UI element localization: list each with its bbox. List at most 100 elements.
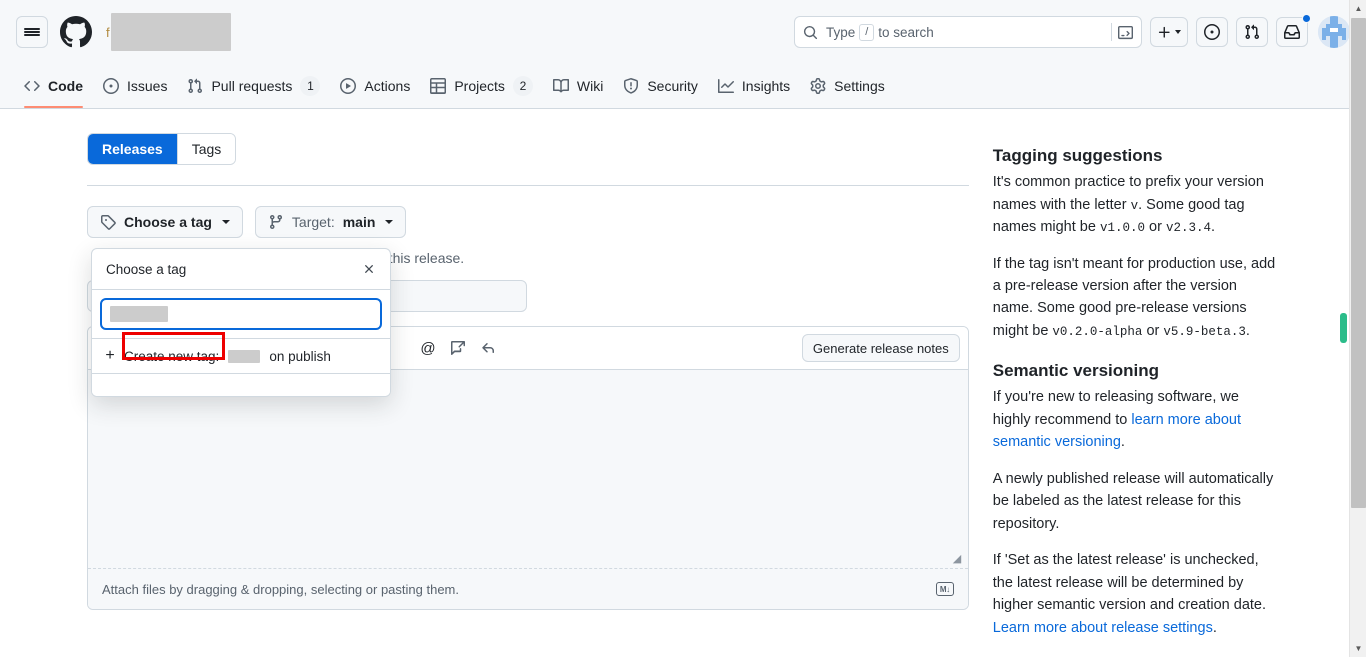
nav-item-code[interactable]: Code — [16, 64, 91, 108]
releases-tags-switch: Releases Tags — [87, 133, 237, 165]
create-tag-value-redacted — [228, 349, 261, 363]
tab-tags[interactable]: Tags — [177, 134, 236, 164]
page-content: Releases Tags Choose a tag Target: main … — [0, 109, 1366, 656]
pull-requests-button[interactable] — [1236, 17, 1268, 47]
semantic-versioning-heading: Semantic versioning — [992, 361, 1160, 381]
nav-badge-count: 1 — [300, 76, 321, 96]
semver-paragraph-3: If 'Set as the latest release' is unchec… — [993, 549, 1279, 639]
nav-item-label: Wiki — [576, 78, 604, 94]
code-v59beta3: v5.9-beta.3 — [1163, 324, 1246, 339]
hamburger-menu-icon[interactable] — [16, 16, 48, 48]
vertical-scrollbar[interactable]: ▲ ▼ — [1349, 0, 1366, 657]
inbox-icon — [1284, 25, 1300, 39]
git-pull-request-icon — [1245, 24, 1260, 40]
semver-paragraph-1: If you're new to releasing software, we … — [993, 386, 1279, 453]
semver-p3-b: . — [1212, 619, 1217, 636]
create-new-button[interactable] — [1150, 17, 1188, 47]
choose-a-tag-label: Choose a tag — [124, 214, 212, 230]
issue-opened-icon — [1204, 24, 1220, 40]
tagging-p1-d: . — [1210, 219, 1215, 236]
create-new-tag-label: Create new tag: — [124, 348, 220, 364]
nav-item-wiki[interactable]: Wiki — [545, 64, 611, 108]
header-actions: Type / to search — [794, 14, 1350, 48]
git-pull-request-icon — [187, 78, 203, 94]
user-avatar[interactable] — [1318, 16, 1350, 48]
notification-indicator-dot — [1302, 14, 1311, 23]
scroll-down-arrow-icon[interactable]: ▼ — [1350, 640, 1366, 657]
scroll-up-arrow-icon[interactable]: ▲ — [1350, 0, 1366, 17]
nav-item-label: Pull requests — [211, 78, 293, 94]
search-slash-key: / — [859, 23, 875, 41]
chevron-down-icon — [385, 220, 394, 224]
nav-item-issues[interactable]: Issues — [95, 64, 175, 108]
dropdown-header: Choose a tag — [92, 249, 390, 290]
code-v: v — [1130, 198, 1139, 213]
semver-p1-b: . — [1120, 434, 1125, 451]
release-form-column: Releases Tags Choose a tag Target: main … — [87, 133, 969, 653]
nav-item-label: Settings — [834, 78, 885, 94]
release-settings-link[interactable]: Learn more about release settings — [993, 620, 1213, 636]
nav-item-projects[interactable]: Projects 2 — [422, 64, 541, 108]
reply-icon[interactable] — [474, 334, 502, 362]
nav-item-insights[interactable]: Insights — [710, 64, 798, 108]
help-sidebar: Tagging suggestions It's common practice… — [993, 133, 1279, 653]
book-icon — [552, 78, 569, 94]
tag-filter-input[interactable] — [100, 298, 382, 330]
nav-item-label: Issues — [127, 78, 168, 94]
repo-name-redacted[interactable] — [110, 13, 231, 51]
close-icon[interactable] — [358, 258, 380, 280]
table-icon — [430, 78, 447, 94]
markdown-icon: M↓ — [935, 582, 954, 596]
search-placeholder-suffix: to search — [878, 24, 934, 40]
global-header: f Type / to search — [0, 0, 1366, 64]
repo-owner-partial: f — [106, 24, 110, 40]
target-branch-button[interactable]: Target: main — [254, 206, 407, 238]
plus-icon — [1158, 26, 1170, 38]
cross-reference-icon[interactable] — [444, 334, 472, 362]
release-description-textarea[interactable]: Describe this release ◢ — [88, 369, 968, 569]
dropdown-search-row — [92, 290, 390, 339]
target-branch-value: main — [342, 214, 376, 230]
page-viewport: f Type / to search Code Issues Pull requ… — [0, 0, 1366, 657]
nav-badge-count: 2 — [512, 76, 533, 96]
shield-icon — [623, 78, 639, 94]
dropdown-title: Choose a tag — [106, 261, 187, 277]
github-logo-icon[interactable] — [60, 16, 92, 48]
resize-handle[interactable]: ◢ — [953, 554, 965, 566]
nav-item-label: Projects — [454, 78, 505, 94]
semver-p3-a: If 'Set as the latest release' is unchec… — [992, 552, 1267, 614]
dropdown-footer — [92, 374, 390, 396]
create-new-tag-option[interactable]: + Create new tag: on publish — [92, 332, 390, 374]
nav-item-pull-requests[interactable]: Pull requests 1 — [179, 64, 328, 108]
tagging-suggestions-heading: Tagging suggestions — [992, 146, 1163, 165]
nav-item-settings[interactable]: Settings — [802, 64, 893, 108]
code-v020alpha: v0.2.0-alpha — [1052, 324, 1143, 339]
git-branch-icon — [268, 214, 284, 230]
attach-files-text: Attach files by dragging & dropping, sel… — [102, 581, 459, 597]
tagging-p1-c: or — [1144, 219, 1166, 236]
search-input[interactable]: Type / to search — [794, 16, 1142, 48]
issues-button[interactable] — [1196, 17, 1228, 47]
target-prefix-label: Target: — [291, 214, 335, 230]
search-divider — [1111, 23, 1112, 41]
choose-a-tag-button[interactable]: Choose a tag — [87, 206, 243, 238]
generate-release-notes-button[interactable]: Generate release notes — [801, 334, 960, 362]
issue-opened-icon — [103, 78, 119, 94]
tag-filter-value-redacted — [110, 306, 168, 322]
section-divider — [87, 185, 969, 186]
attach-files-bar[interactable]: Attach files by dragging & dropping, sel… — [88, 569, 968, 609]
nav-item-actions[interactable]: Actions — [332, 64, 418, 108]
tab-releases[interactable]: Releases — [88, 134, 178, 164]
tag-target-row: Choose a tag Target: main — [87, 206, 969, 238]
nav-item-security[interactable]: Security — [615, 64, 706, 108]
terminal-icon[interactable] — [1118, 25, 1133, 40]
code-v100: v1.0.0 — [1099, 221, 1145, 236]
play-icon — [340, 78, 357, 94]
mention-icon[interactable]: @ — [414, 334, 442, 362]
plus-icon: + — [105, 347, 115, 364]
tagging-paragraph-2: If the tag isn't meant for production us… — [993, 253, 1279, 343]
search-icon — [803, 25, 818, 40]
vertical-scrollbar-thumb[interactable] — [1351, 18, 1366, 508]
tagging-paragraph-1: It's common practice to prefix your vers… — [993, 171, 1279, 238]
graph-icon — [717, 78, 734, 94]
